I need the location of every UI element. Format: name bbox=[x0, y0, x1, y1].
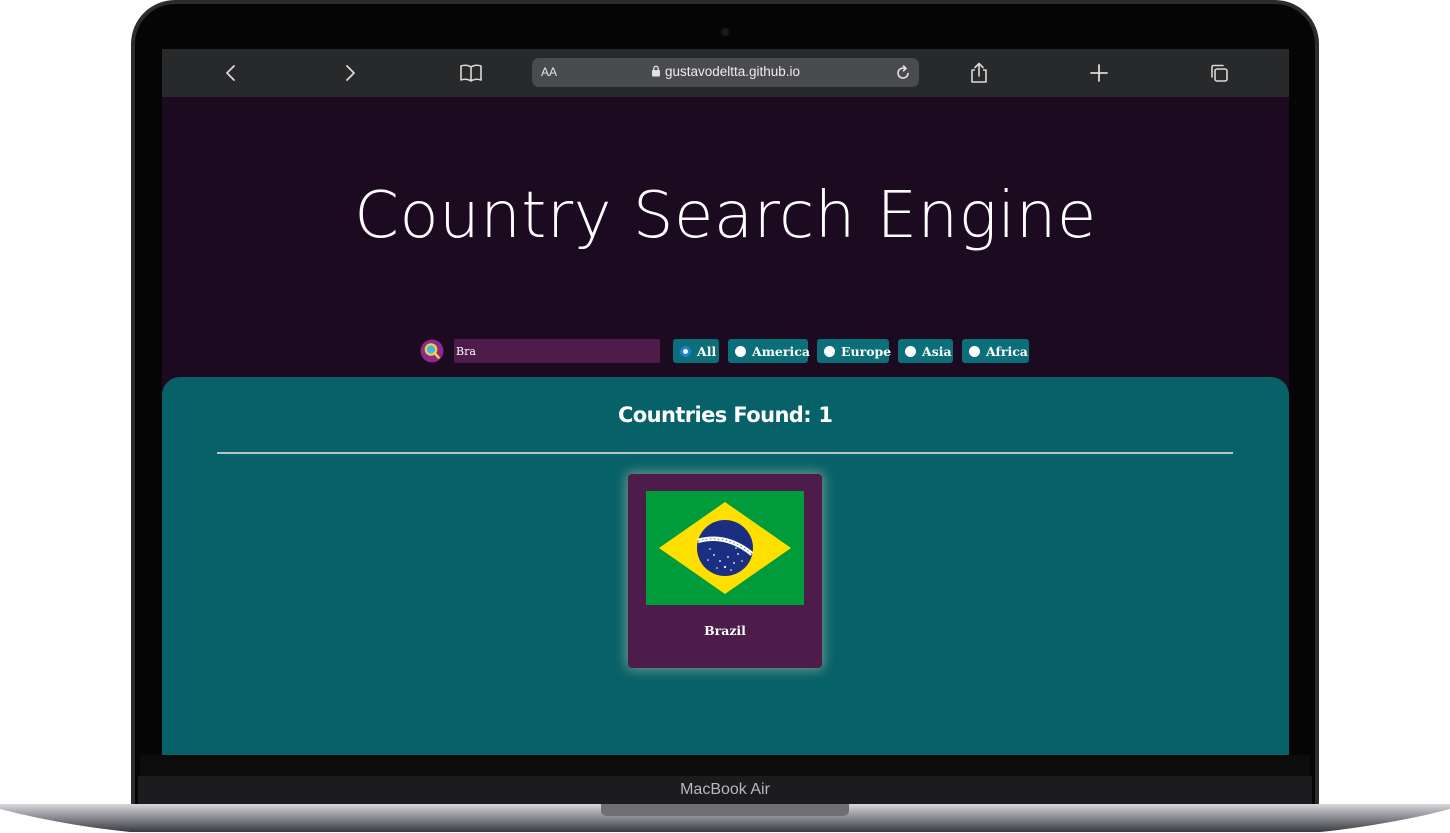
radio-america[interactable] bbox=[735, 345, 746, 357]
filter-label: Asia bbox=[922, 343, 952, 359]
chevron-right-icon[interactable] bbox=[334, 57, 366, 89]
chevron-left-icon[interactable] bbox=[215, 57, 247, 89]
lock-icon bbox=[651, 65, 660, 77]
radio-asia[interactable] bbox=[905, 345, 916, 357]
country-card[interactable]: Brazil bbox=[628, 474, 822, 668]
search-input[interactable] bbox=[454, 339, 660, 363]
browser-window: AA gustavodeltta.github.io Country Searc… bbox=[162, 49, 1289, 755]
radio-all[interactable] bbox=[680, 345, 691, 357]
filter-asia[interactable]: Asia bbox=[898, 339, 953, 363]
results-count-value: 1 bbox=[818, 403, 833, 427]
device-label: MacBook Air bbox=[680, 781, 770, 798]
book-icon[interactable] bbox=[455, 57, 487, 89]
filter-label: Europe bbox=[841, 343, 892, 359]
filter-label: Africa bbox=[986, 343, 1028, 359]
plus-icon[interactable] bbox=[1083, 57, 1115, 89]
filter-label: America bbox=[752, 343, 810, 359]
browser-toolbar: AA gustavodeltta.github.io bbox=[162, 49, 1289, 97]
web-page: Country Search Engine All America E bbox=[162, 97, 1289, 755]
filter-europe[interactable]: Europe bbox=[817, 339, 892, 363]
magnifier-icon[interactable] bbox=[420, 339, 444, 363]
filter-america[interactable]: America bbox=[728, 339, 810, 363]
camera-icon bbox=[721, 28, 729, 36]
results-count: Countries Found: 1 bbox=[162, 403, 1289, 427]
tabs-icon[interactable] bbox=[1203, 57, 1235, 89]
country-name: Brazil bbox=[704, 623, 746, 638]
radio-africa[interactable] bbox=[969, 345, 980, 357]
results-count-label: Countries Found: bbox=[618, 403, 812, 427]
page-title: Country Search Engine bbox=[354, 179, 1097, 253]
bottom-bezel bbox=[140, 755, 1310, 776]
filter-all[interactable]: All bbox=[673, 339, 719, 363]
divider bbox=[217, 452, 1233, 454]
url-text: gustavodeltta.github.io bbox=[664, 64, 801, 79]
filter-africa[interactable]: Africa bbox=[962, 339, 1029, 363]
laptop-base bbox=[0, 804, 1450, 832]
results-panel: Countries Found: 1 Brazil bbox=[162, 377, 1289, 755]
brazil-flag bbox=[646, 491, 804, 605]
reload-icon[interactable] bbox=[892, 62, 914, 84]
filter-label: All bbox=[697, 343, 717, 359]
share-icon[interactable] bbox=[963, 57, 995, 89]
address-bar[interactable]: AA gustavodeltta.github.io bbox=[532, 58, 919, 87]
radio-europe[interactable] bbox=[824, 345, 835, 357]
